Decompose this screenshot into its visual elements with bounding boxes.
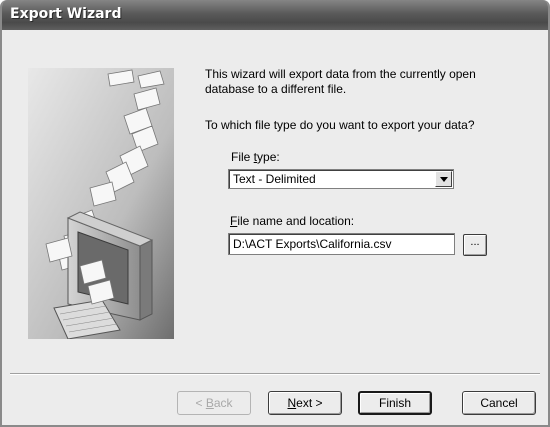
file-type-value: Text - Delimited [233, 172, 316, 186]
dropdown-button[interactable] [435, 171, 452, 187]
footer-separator [10, 373, 540, 375]
computer-documents-icon [28, 68, 174, 339]
file-name-value: D:\ACT Exports\California.csv [233, 237, 392, 251]
question-text: To which file type do you want to export… [205, 118, 475, 132]
file-type-dropdown[interactable]: Text - Delimited [228, 169, 454, 189]
title-bar[interactable]: Export Wizard [2, 0, 548, 30]
back-button[interactable]: < Back [177, 391, 251, 415]
next-button[interactable]: Next > [268, 391, 342, 415]
cancel-button[interactable]: Cancel [462, 391, 536, 415]
wizard-illustration [28, 68, 174, 339]
intro-text: This wizard will export data from the cu… [205, 67, 476, 96]
chevron-down-icon [440, 177, 448, 182]
export-wizard-window: Export Wizard This wizard will export da… [0, 0, 550, 427]
finish-button[interactable]: Finish [358, 391, 432, 415]
file-name-label: File name and location: [230, 214, 355, 228]
browse-button[interactable]: ... [463, 234, 487, 256]
file-type-label: File type: [231, 150, 280, 164]
file-name-input[interactable]: D:\ACT Exports\California.csv [228, 233, 455, 255]
window-title: Export Wizard [10, 6, 122, 22]
